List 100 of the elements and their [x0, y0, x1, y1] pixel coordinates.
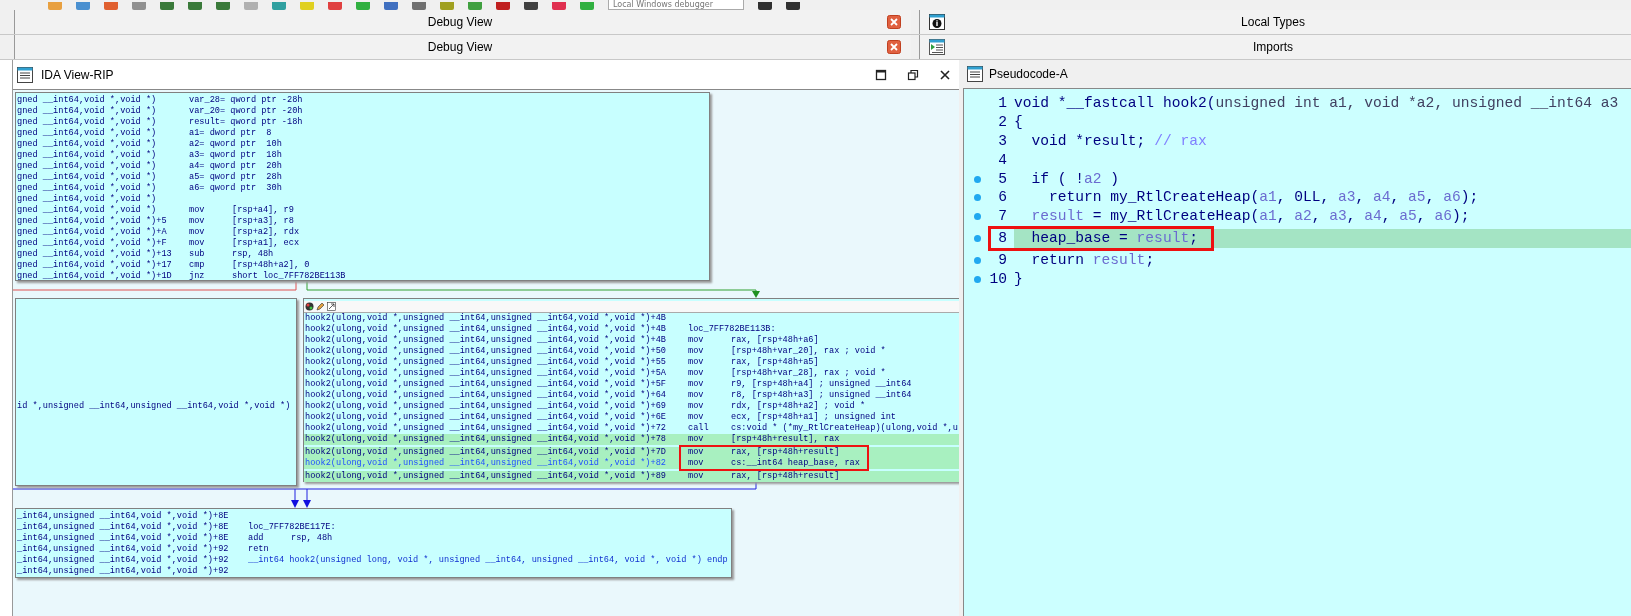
breakpoint-dot[interactable]	[973, 275, 981, 283]
line-address: _int64,unsigned __int64,void *,void *)+8E	[17, 533, 230, 544]
asm-text: a4= qword ptr 20h	[189, 161, 282, 172]
line-number: 6	[997, 188, 1007, 208]
line-address: hook2(ulong,void *,unsigned __int64,unsigned __int64,void *,void *)+64	[305, 390, 667, 401]
operands: rax, [rsp+48h+result]	[731, 471, 840, 482]
breakpoint-dot[interactable]	[973, 194, 981, 202]
code-line: result = my_RtlCreateHeap(a1, a2, a3, a4, a5, a6);	[1030, 207, 1471, 227]
line-address: gned __int64,void *,void *)	[17, 205, 158, 216]
mnemonic: mov	[189, 227, 206, 238]
line-address: hook2(ulong,void *,unsigned __int64,unsigned __int64,void *,void *)+7D	[305, 447, 667, 458]
line-address: gned __int64,void *,void *)	[17, 172, 158, 183]
line-number: 9	[997, 251, 1007, 270]
asm-text: var_20= qword ptr -20h	[189, 106, 303, 117]
operands: rax, [rsp+48h+a6]	[731, 335, 819, 346]
mnemonic: mov	[688, 401, 705, 412]
breakpoint-dot[interactable]	[973, 257, 981, 265]
toolbar-icon[interactable]	[786, 2, 801, 10]
line-number: 7	[997, 207, 1007, 227]
close-icon[interactable]	[939, 68, 951, 81]
line-address: gned __int64,void *,void *)	[17, 117, 158, 128]
operands: rsp, 48h	[291, 533, 333, 544]
line-address: gned __int64,void *,void *)+F	[17, 238, 168, 249]
operands: [rsp+a1], ecx	[232, 238, 300, 249]
mnemonic: mov	[688, 379, 705, 390]
line-address: _int64,unsigned __int64,void *,void *)+92	[17, 544, 230, 555]
operands: cs:void * (*my_RtlCreateHeap)(ulong,void *,u	[731, 423, 958, 434]
line-address: hook2(ulong,void *,unsigned __int64,unsigned __int64,void *,void *)+82	[305, 458, 667, 469]
code-line: return my_RtlCreateHeap(a1, 0LL, a3, a4, a5, a6);	[1048, 188, 1480, 208]
line-address: gned __int64,void *,void *)+1D	[17, 271, 173, 282]
operands: rdx, [rsp+48h+a2] ; void *	[731, 401, 866, 412]
mnemonic: call	[688, 423, 710, 434]
zoom-icon[interactable]	[327, 302, 336, 311]
line-number: 1	[997, 94, 1007, 113]
asm-text: a1= dword ptr 8	[189, 128, 272, 139]
info-icon	[929, 14, 945, 30]
code-line: if ( !a2 )	[1030, 169, 1121, 189]
operands: short loc_7FF782BE113B	[232, 271, 346, 282]
line-number: 8	[997, 229, 1007, 249]
asm-text: __int64 hook2(unsigned long, void *, unsigned __int64, unsigned __int64, void *, void *) endp	[248, 555, 728, 566]
asm-text: loc_7FF782BE113B:	[688, 324, 776, 335]
mnemonic: mov	[688, 447, 705, 458]
line-address: gned __int64,void *,void *)	[17, 95, 158, 106]
line-address: gned __int64,void *,void *)+A	[17, 227, 168, 238]
toolbar-icon[interactable]	[758, 2, 773, 10]
line-address: hook2(ulong,void *,unsigned __int64,unsigned __int64,void *,void *)+5A	[305, 368, 667, 379]
list-icon	[967, 66, 983, 82]
line-address: hook2(ulong,void *,unsigned __int64,unsigned __int64,void *,void *)+6E	[305, 412, 667, 423]
line-address: gned __int64,void *,void *)	[17, 139, 158, 150]
list-icon	[17, 66, 33, 83]
breakpoint-dot[interactable]	[973, 235, 981, 243]
mnemonic: mov	[688, 434, 705, 445]
operands: rax, [rsp+48h+a5]	[731, 357, 819, 368]
line-address: _int64,unsigned __int64,void *,void *)+8E	[17, 511, 230, 522]
dock-title: Imports	[1252, 40, 1294, 54]
asm-text: a3= qword ptr 18h	[189, 150, 282, 161]
operands: [rsp+a4], r9	[232, 205, 294, 216]
operands: r9, [rsp+48h+a4] ; unsigned __int64	[731, 379, 912, 390]
mnemonic: mov	[688, 390, 705, 401]
line-address: gned __int64,void *,void *)+5	[17, 216, 168, 227]
breakpoint-dot[interactable]	[973, 213, 981, 221]
line-address: _int64,unsigned __int64,void *,void *)+92	[17, 566, 230, 577]
line-address: gned __int64,void *,void *)	[17, 150, 158, 161]
code-line: void *__fastcall hook2(unsigned int a1, void *a2, unsigned __int64 a3	[1014, 94, 1620, 113]
line-address: hook2(ulong,void *,unsigned __int64,unsigned __int64,void *,void *)+5F	[305, 379, 667, 390]
mnemonic: retn	[248, 544, 270, 555]
color-icon[interactable]	[305, 302, 314, 311]
line-address: hook2(ulong,void *,unsigned __int64,unsigned __int64,void *,void *)+50	[305, 346, 667, 357]
pencil-icon[interactable]	[316, 302, 325, 311]
operands: [rsp+a3], r8	[232, 216, 294, 227]
operands: [rsp+48h+var_20], rax ; void *	[731, 346, 886, 357]
breakpoint-dot[interactable]	[973, 175, 981, 183]
mnemonic: mov	[688, 335, 705, 346]
asm-text: a5= qword ptr 28h	[189, 172, 282, 183]
operands: rsp, 48h	[232, 249, 274, 260]
line-address: hook2(ulong,void *,unsigned __int64,unsigned __int64,void *,void *)+4B	[305, 313, 667, 324]
line-address: gned __int64,void *,void *)+17	[17, 260, 173, 271]
line-address: hook2(ulong,void *,unsigned __int64,unsigned __int64,void *,void *)+69	[305, 401, 667, 412]
list-icon	[929, 39, 945, 55]
line-number: 5	[997, 169, 1007, 189]
mnemonic: mov	[189, 205, 206, 216]
line-address: hook2(ulong,void *,unsigned __int64,unsigned __int64,void *,void *)+4B	[305, 335, 667, 346]
line-address: hook2(ulong,void *,unsigned __int64,unsigned __int64,void *,void *)+72	[305, 423, 667, 434]
line-address: gned __int64,void *,void *)	[17, 106, 158, 117]
line-address: gned __int64,void *,void *)+13	[17, 249, 173, 260]
mnemonic: mov	[189, 216, 206, 227]
asm-text: loc_7FF782BE117E:	[248, 522, 336, 533]
dock-title: Local Types	[1240, 15, 1306, 29]
line-number: 10	[988, 270, 1007, 289]
code-line: return result;	[1030, 251, 1156, 270]
line-number: 3	[997, 131, 1007, 151]
operands: [rsp+48h+a2], 0	[232, 260, 310, 271]
restore-icon[interactable]	[907, 68, 919, 81]
mnemonic: mov	[688, 458, 705, 469]
mnemonic: jnz	[189, 271, 206, 282]
asm-text: var_28= qword ptr -28h	[189, 95, 303, 106]
mnemonic: add	[248, 533, 265, 544]
operands: [rsp+48h+var_28], rax ; void *	[731, 368, 886, 379]
line-address: _int64,unsigned __int64,void *,void *)+92	[17, 555, 230, 566]
maximize-icon[interactable]	[875, 68, 887, 81]
